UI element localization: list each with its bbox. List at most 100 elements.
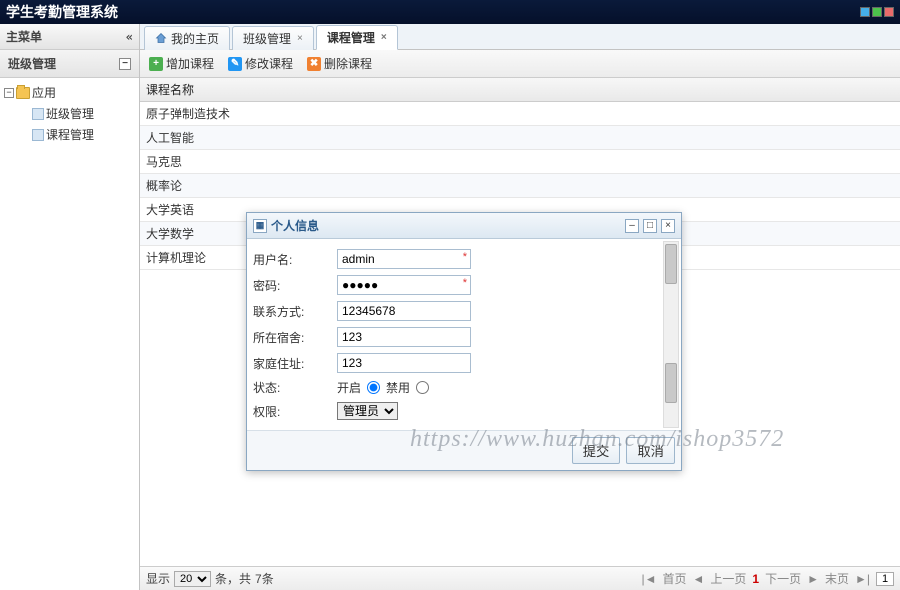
- cell: 原子弹制造技术: [146, 107, 230, 121]
- sidebar-collapse-icon[interactable]: «: [126, 30, 133, 44]
- label-password: 密码:: [253, 277, 337, 294]
- toolbar-label: 删除课程: [324, 55, 372, 72]
- pager-first[interactable]: 首页: [662, 570, 686, 587]
- form-row-address: 家庭住址:: [253, 353, 675, 373]
- tree-item-label: 课程管理: [46, 126, 94, 143]
- accordion-label: 班级管理: [8, 55, 56, 72]
- home-icon: [155, 32, 167, 44]
- sidebar-accordion-header[interactable]: 班级管理 −: [0, 50, 139, 78]
- tab-label: 我的主页: [171, 30, 219, 47]
- scroll-thumb-top[interactable]: [665, 244, 677, 284]
- radio-open-label: 开启: [337, 379, 361, 396]
- delete-course-button[interactable]: ✖ 删除课程: [304, 54, 375, 73]
- leaf-icon: [32, 108, 44, 120]
- table-row[interactable]: 概率论: [140, 174, 900, 198]
- pager: |◄ 首页 ◄ 上一页 1 下一页 ► 末页 ►|: [641, 570, 894, 587]
- dialog-maximize-icon[interactable]: □: [643, 219, 657, 233]
- toolbar-label: 修改课程: [245, 55, 293, 72]
- dorm-field[interactable]: [337, 327, 471, 347]
- contact-field[interactable]: [337, 301, 471, 321]
- dialog-close-icon[interactable]: ×: [661, 219, 675, 233]
- username-field[interactable]: [337, 249, 471, 269]
- pager-page-input[interactable]: [876, 572, 894, 586]
- tree-item-label: 班级管理: [46, 105, 94, 122]
- grid-header-label: 课程名称: [146, 83, 194, 97]
- accordion-collapse-icon[interactable]: −: [119, 58, 131, 70]
- label-contact: 联系方式:: [253, 303, 337, 320]
- theme-box-green[interactable]: [872, 7, 882, 17]
- form-row-contact: 联系方式:: [253, 301, 675, 321]
- status-show-label: 显示: [146, 570, 170, 587]
- table-row[interactable]: 人工智能: [140, 126, 900, 150]
- tree-root[interactable]: − 应用: [0, 82, 139, 103]
- delete-icon: ✖: [307, 57, 321, 71]
- label-status: 状态:: [253, 379, 337, 396]
- page-size-select[interactable]: 20: [174, 571, 211, 587]
- app-title: 学生考勤管理系统: [6, 2, 118, 22]
- form-row-password: 密码:: [253, 275, 675, 295]
- sidebar-title-bar: 主菜单 «: [0, 24, 139, 50]
- toolbar-label: 增加课程: [166, 55, 214, 72]
- theme-box-blue[interactable]: [860, 7, 870, 17]
- scroll-thumb-bottom[interactable]: [665, 363, 677, 403]
- cell: 大学英语: [146, 203, 194, 217]
- sidebar: 主菜单 « 班级管理 − − 应用 班级管理 课程管理: [0, 24, 140, 590]
- sidebar-title: 主菜单: [6, 28, 42, 45]
- status-close-radio[interactable]: [416, 381, 429, 394]
- tree-item-course[interactable]: 课程管理: [0, 124, 139, 145]
- pager-prev[interactable]: 上一页: [710, 570, 746, 587]
- cell: 马克思: [146, 155, 182, 169]
- tab-label: 课程管理: [327, 29, 375, 46]
- dialog-scrollbar[interactable]: [663, 241, 679, 428]
- label-dorm: 所在宿舍:: [253, 329, 337, 346]
- grid-header[interactable]: 课程名称: [140, 78, 900, 102]
- label-username: 用户名:: [253, 251, 337, 268]
- tab-close-icon[interactable]: ×: [297, 33, 303, 44]
- password-field[interactable]: [337, 275, 471, 295]
- pager-last[interactable]: 末页: [825, 570, 849, 587]
- plus-icon: +: [149, 57, 163, 71]
- tab-class[interactable]: 班级管理 ×: [232, 26, 314, 50]
- tree-toggle-icon[interactable]: −: [4, 88, 14, 98]
- label-role: 权限:: [253, 403, 337, 420]
- status-radio-group: 开启 禁用: [337, 379, 429, 396]
- theme-box-red[interactable]: [884, 7, 894, 17]
- role-select[interactable]: 管理员: [337, 402, 398, 420]
- submit-button[interactable]: 提交: [572, 437, 621, 464]
- add-course-button[interactable]: + 增加课程: [146, 54, 217, 73]
- pager-next[interactable]: 下一页: [765, 570, 801, 587]
- tab-course[interactable]: 课程管理 ×: [316, 25, 398, 50]
- edit-course-button[interactable]: ✎ 修改课程: [225, 54, 296, 73]
- tab-close-icon[interactable]: ×: [381, 32, 387, 43]
- toolbar: + 增加课程 ✎ 修改课程 ✖ 删除课程: [140, 50, 900, 78]
- cell: 计算机理论: [146, 251, 206, 265]
- app-header: 学生考勤管理系统: [0, 0, 900, 24]
- table-row[interactable]: 马克思: [140, 150, 900, 174]
- status-total-2: 7条: [255, 570, 274, 587]
- status-left: 显示 20 条，共7条: [146, 570, 274, 587]
- status-total-1: 条，共: [215, 570, 251, 587]
- tab-home[interactable]: 我的主页: [144, 26, 230, 50]
- tab-bar: 我的主页 班级管理 × 课程管理 ×: [140, 24, 900, 50]
- cancel-button[interactable]: 取消: [626, 437, 675, 464]
- form-row-username: 用户名:: [253, 249, 675, 269]
- dialog-titlebar[interactable]: ▦ 个人信息 – □ ×: [247, 213, 681, 239]
- sidebar-tree: − 应用 班级管理 课程管理: [0, 78, 139, 149]
- dialog-title: 个人信息: [271, 217, 319, 234]
- cell: 人工智能: [146, 131, 194, 145]
- status-open-radio[interactable]: [367, 381, 380, 394]
- edit-icon: ✎: [228, 57, 242, 71]
- tree-item-class[interactable]: 班级管理: [0, 103, 139, 124]
- table-row[interactable]: 原子弹制造技术: [140, 102, 900, 126]
- form-row-role: 权限: 管理员: [253, 402, 675, 420]
- dialog-icon: ▦: [253, 219, 267, 233]
- leaf-icon: [32, 129, 44, 141]
- address-field[interactable]: [337, 353, 471, 373]
- tree-root-label: 应用: [32, 84, 56, 101]
- dialog-body: 用户名: 密码: 联系方式: 所在宿舍: 家庭住址: 状态: 开启 禁用: [247, 239, 681, 430]
- dialog-minimize-icon[interactable]: –: [625, 219, 639, 233]
- status-bar: 显示 20 条，共7条 |◄ 首页 ◄ 上一页 1 下一页 ► 末页 ►|: [140, 566, 900, 590]
- pager-current: 1: [752, 572, 759, 586]
- form-row-dorm: 所在宿舍:: [253, 327, 675, 347]
- personal-info-dialog: ▦ 个人信息 – □ × 用户名: 密码: 联系方式: 所在宿舍: 家庭住址:: [246, 212, 682, 471]
